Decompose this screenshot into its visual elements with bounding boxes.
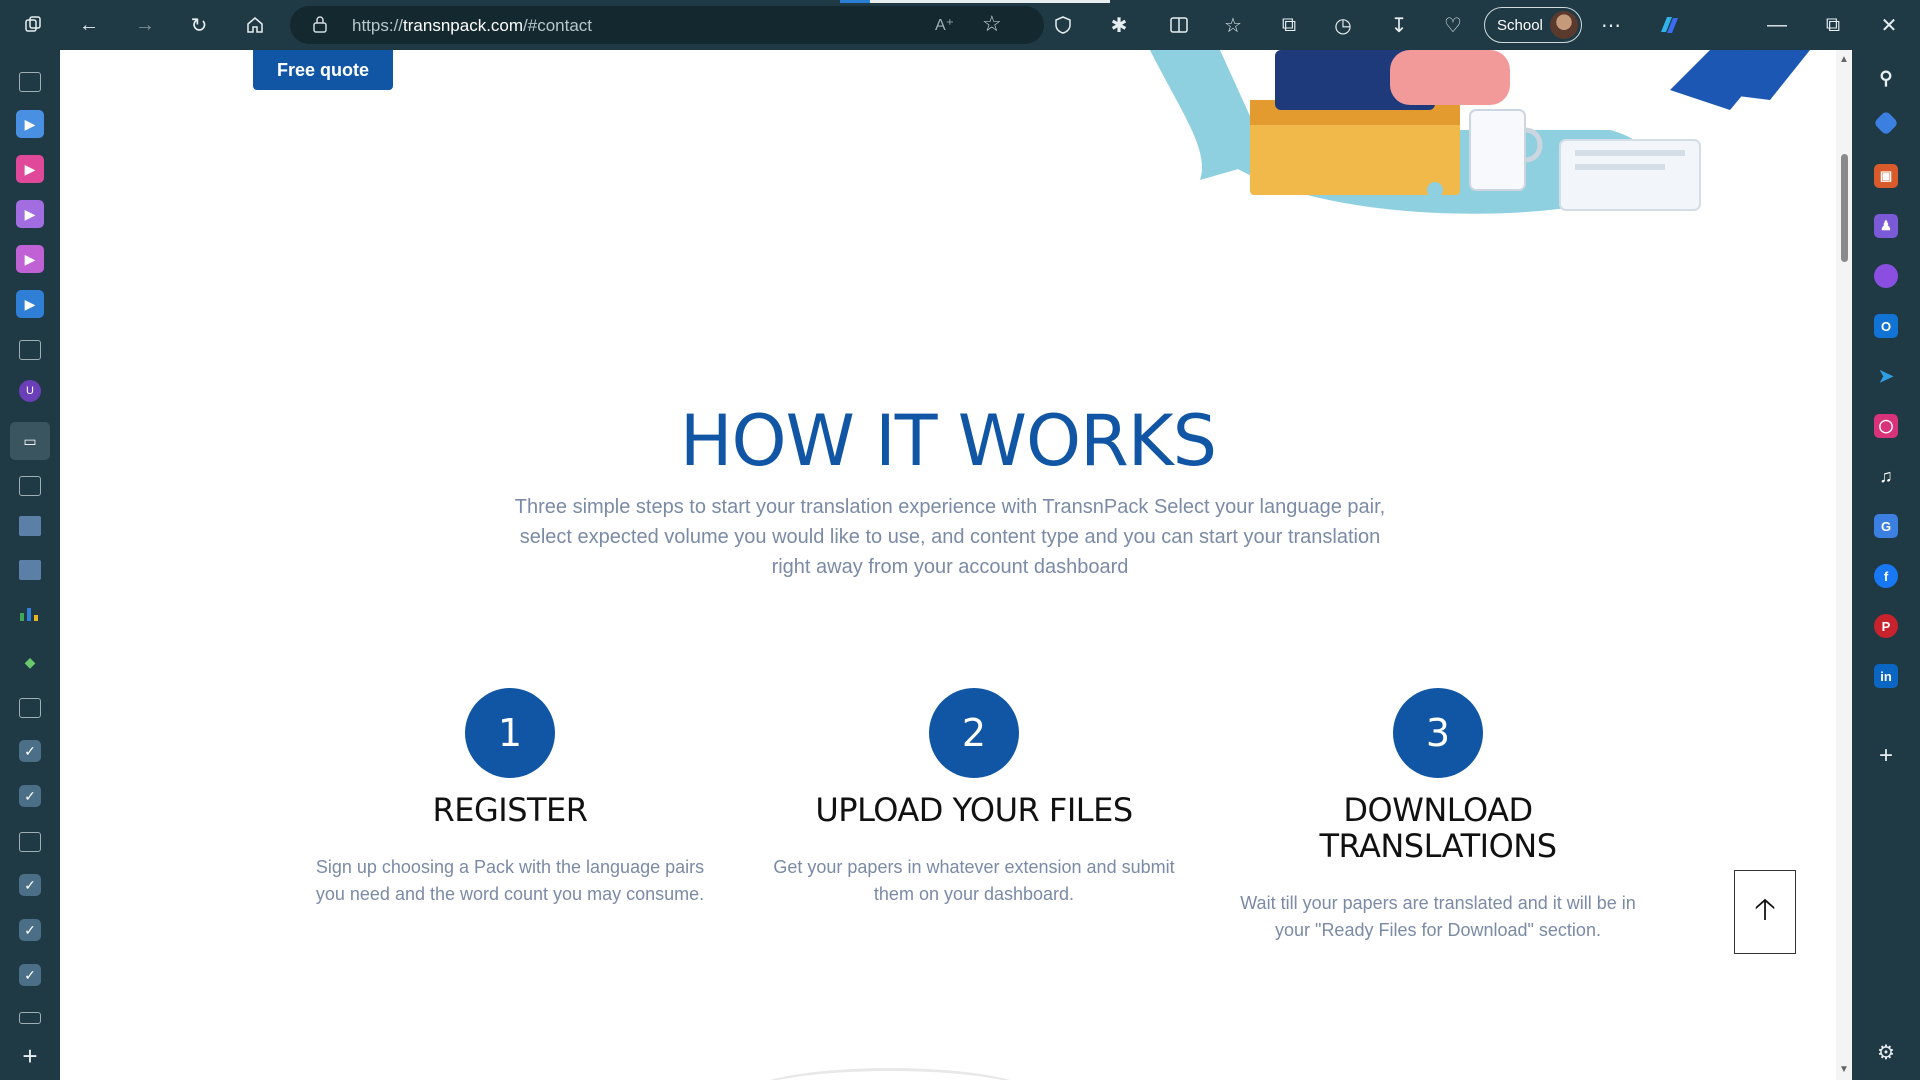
history-icon[interactable]: ◷ (1326, 8, 1360, 42)
read-aloud-icon[interactable]: A⁺ (935, 15, 954, 35)
how-it-works-title: HOW IT WORKS (679, 400, 1217, 482)
new-tab-icon[interactable]: + (16, 1041, 44, 1071)
step-number: 3 (1393, 688, 1483, 778)
step-register: 1 REGISTER Sign up choosing a Pack with … (280, 688, 740, 908)
outlook-icon[interactable]: O (1874, 314, 1898, 338)
step-description: Wait till your papers are translated and… (1240, 893, 1636, 940)
step-title: REGISTER (432, 791, 589, 829)
step-upload: 2 UPLOAD YOUR FILES Get your papers in w… (744, 688, 1204, 908)
games-icon[interactable]: ♟ (1874, 214, 1898, 238)
lock-icon[interactable] (312, 15, 328, 38)
downloads-icon[interactable]: ↧ (1382, 8, 1416, 42)
shield-icon[interactable] (1046, 8, 1080, 42)
url-text[interactable]: https://transnpack.com/#contact (352, 16, 592, 36)
edge-sidebar: ⚲ ▣ ♟ O ➤ ◯ ♫ G f P in + ⚙ (1852, 50, 1920, 1080)
tools-briefcase-icon[interactable]: ▣ (1874, 164, 1898, 188)
tab-image-icon[interactable] (19, 560, 41, 580)
shopping-tag-icon[interactable] (1873, 110, 1899, 136)
step-title: DOWNLOAD TRANSLATIONS (1319, 791, 1557, 865)
translator-icon[interactable]: G (1874, 514, 1898, 538)
search-icon[interactable]: ⚲ (1874, 66, 1898, 90)
browser-toolbar: ← → ↻ https://transnpack.com/#contact A⁺… (0, 0, 1920, 50)
favorites-icon[interactable]: ☆ (1216, 8, 1250, 42)
page-scrollbar[interactable]: ▲ ▼ (1836, 50, 1852, 1080)
minimize-icon[interactable]: — (1760, 8, 1794, 42)
step-number: 1 (465, 688, 555, 778)
tab-check-icon[interactable]: ✓ (19, 964, 41, 986)
performance-icon[interactable]: ♡ (1436, 8, 1470, 42)
tab-video-4-icon[interactable]: ▶ (16, 245, 44, 273)
avatar (1550, 11, 1578, 39)
scrollbar-thumb[interactable] (1841, 154, 1848, 262)
tab-chart-icon[interactable] (19, 604, 41, 622)
profile-button[interactable]: School (1484, 7, 1582, 43)
step-description: Get your papers in whatever extension an… (773, 857, 1175, 904)
copilot-sidebar-icon[interactable] (1874, 264, 1898, 288)
how-it-works-subtitle: Three simple steps to start your transla… (514, 496, 1386, 578)
tab-page-icon[interactable] (19, 698, 41, 718)
back-icon[interactable]: ← (72, 8, 106, 42)
facebook-icon[interactable]: f (1874, 564, 1898, 588)
tab-page-icon[interactable] (19, 1012, 41, 1024)
tab-page-icon[interactable] (19, 476, 41, 496)
step-description: Sign up choosing a Pack with the languag… (315, 857, 705, 904)
next-section-decoration (740, 1068, 1040, 1080)
arrow-up-icon: 🡡 (1754, 892, 1776, 926)
address-bar[interactable]: https://transnpack.com/#contact A⁺ ☆ (290, 6, 1044, 44)
copilot-icon[interactable] (1652, 8, 1686, 42)
settings-gear-icon[interactable]: ⚙ (1874, 1040, 1898, 1064)
more-menu-icon[interactable]: ⋯ (1594, 8, 1628, 42)
close-icon[interactable]: ✕ (1872, 8, 1906, 42)
collections-icon[interactable]: ⧉ (1272, 8, 1306, 42)
forward-icon[interactable]: → (128, 8, 162, 42)
tiktok-icon[interactable]: ♫ (1874, 464, 1898, 488)
free-quote-button[interactable]: Free quote (253, 50, 393, 90)
tab-image-icon[interactable] (19, 516, 41, 536)
web-content: Free quote HOW IT WORKS Three simple ste… (60, 50, 1852, 1080)
tab-active-doc-icon[interactable]: ▭ (10, 422, 50, 460)
step-download: 3 DOWNLOAD TRANSLATIONS Wait till your p… (1208, 688, 1668, 944)
extensions-icon[interactable]: ✱ (1102, 8, 1136, 42)
tab-video-5-icon[interactable]: ▶ (16, 290, 44, 318)
tab-check-icon[interactable]: ✓ (19, 874, 41, 896)
add-sidebar-app-icon[interactable]: + (1874, 742, 1898, 769)
tab-page-icon[interactable] (19, 832, 41, 852)
tab-check-icon[interactable]: ✓ (19, 919, 41, 941)
refresh-icon[interactable]: ↻ (182, 8, 216, 42)
tab-green-icon[interactable]: ◆ (16, 648, 44, 676)
tab-video-2-icon[interactable]: ▶ (16, 155, 44, 183)
tab-check-icon[interactable]: ✓ (19, 785, 41, 807)
tab-page-icon[interactable] (19, 340, 41, 360)
scroll-up-arrow-icon[interactable]: ▲ (1838, 54, 1850, 65)
favorite-star-icon[interactable]: ☆ (982, 11, 1002, 37)
pinterest-icon[interactable]: P (1874, 614, 1898, 638)
tab-video-1-icon[interactable]: ▶ (16, 110, 44, 138)
linkedin-icon[interactable]: in (1874, 664, 1898, 688)
telegram-icon[interactable]: ➤ (1874, 364, 1898, 388)
step-number: 2 (929, 688, 1019, 778)
tab-check-icon[interactable]: ✓ (19, 740, 41, 762)
tab-u-icon[interactable]: U (19, 380, 41, 402)
hero-illustration (1150, 50, 1810, 214)
vertical-tab-bar: ▶ ▶ ▶ ▶ ▶ U ▭ ◆ ✓ ✓ ✓ ✓ ✓ + (0, 50, 60, 1080)
tab-actions-icon[interactable] (19, 72, 41, 92)
tab-video-3-icon[interactable]: ▶ (16, 200, 44, 228)
instagram-icon[interactable]: ◯ (1874, 414, 1898, 438)
split-screen-icon[interactable] (1162, 8, 1196, 42)
back-to-top-button[interactable]: 🡡 (1734, 870, 1796, 954)
scroll-down-arrow-icon[interactable]: ▼ (1838, 1064, 1850, 1075)
home-icon[interactable] (238, 8, 272, 42)
step-title: UPLOAD YOUR FILES (815, 791, 1133, 829)
tab-indicator-active (870, 0, 1110, 3)
restore-icon[interactable]: ⧉ (1816, 8, 1850, 42)
profile-label: School (1497, 17, 1543, 34)
workspaces-icon[interactable] (16, 8, 50, 42)
